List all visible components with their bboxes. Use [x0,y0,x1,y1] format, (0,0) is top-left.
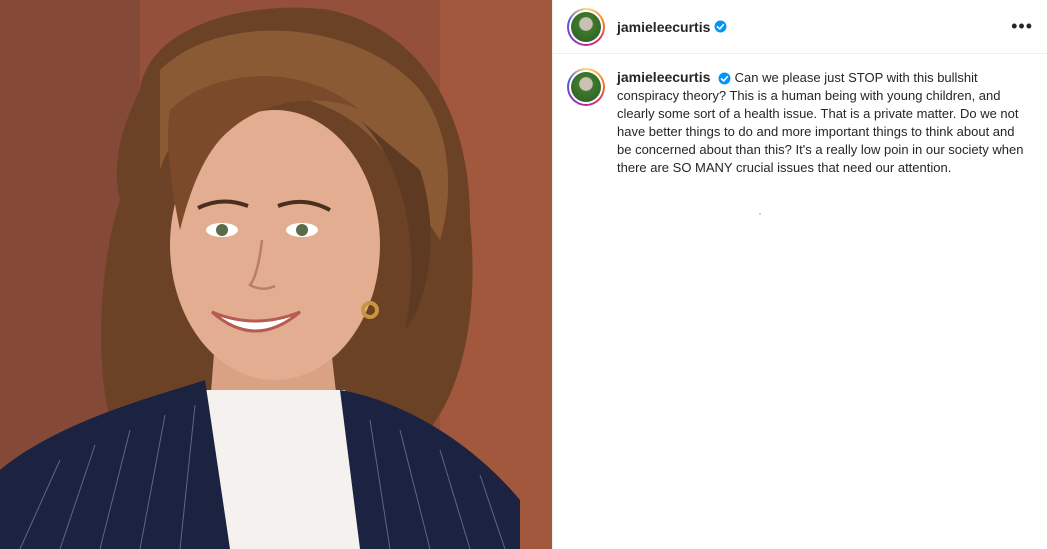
photo-woman-smiling [0,0,552,549]
caption-body: jamieleecurtis Can we please just STOP w… [617,68,1027,177]
caption-verified-badge-icon [718,72,731,85]
avatar[interactable] [567,7,605,46]
caption-avatar-border [569,70,603,104]
avatar-image [571,11,601,42]
caption-avatar[interactable] [567,68,605,106]
caption-comment: jamieleecurtis Can we please just STOP w… [553,54,1047,191]
post-header: jamieleecurtis ••• [553,0,1047,54]
caption-text: Can we please just STOP with this bullsh… [617,70,1024,175]
post-photo[interactable] [0,0,552,549]
avatar-border [569,9,603,44]
header-username[interactable]: jamieleecurtis [617,19,710,35]
instagram-post: jamieleecurtis ••• jamieleecurtis Can we… [0,0,1047,549]
caption-username[interactable]: jamieleecurtis [617,69,710,85]
post-sidebar: jamieleecurtis ••• jamieleecurtis Can we… [552,0,1047,549]
verified-badge-icon [714,20,727,33]
caption-avatar-image [571,72,601,102]
loading-dot [759,213,761,215]
more-horizontal-icon[interactable]: ••• [1011,16,1033,37]
